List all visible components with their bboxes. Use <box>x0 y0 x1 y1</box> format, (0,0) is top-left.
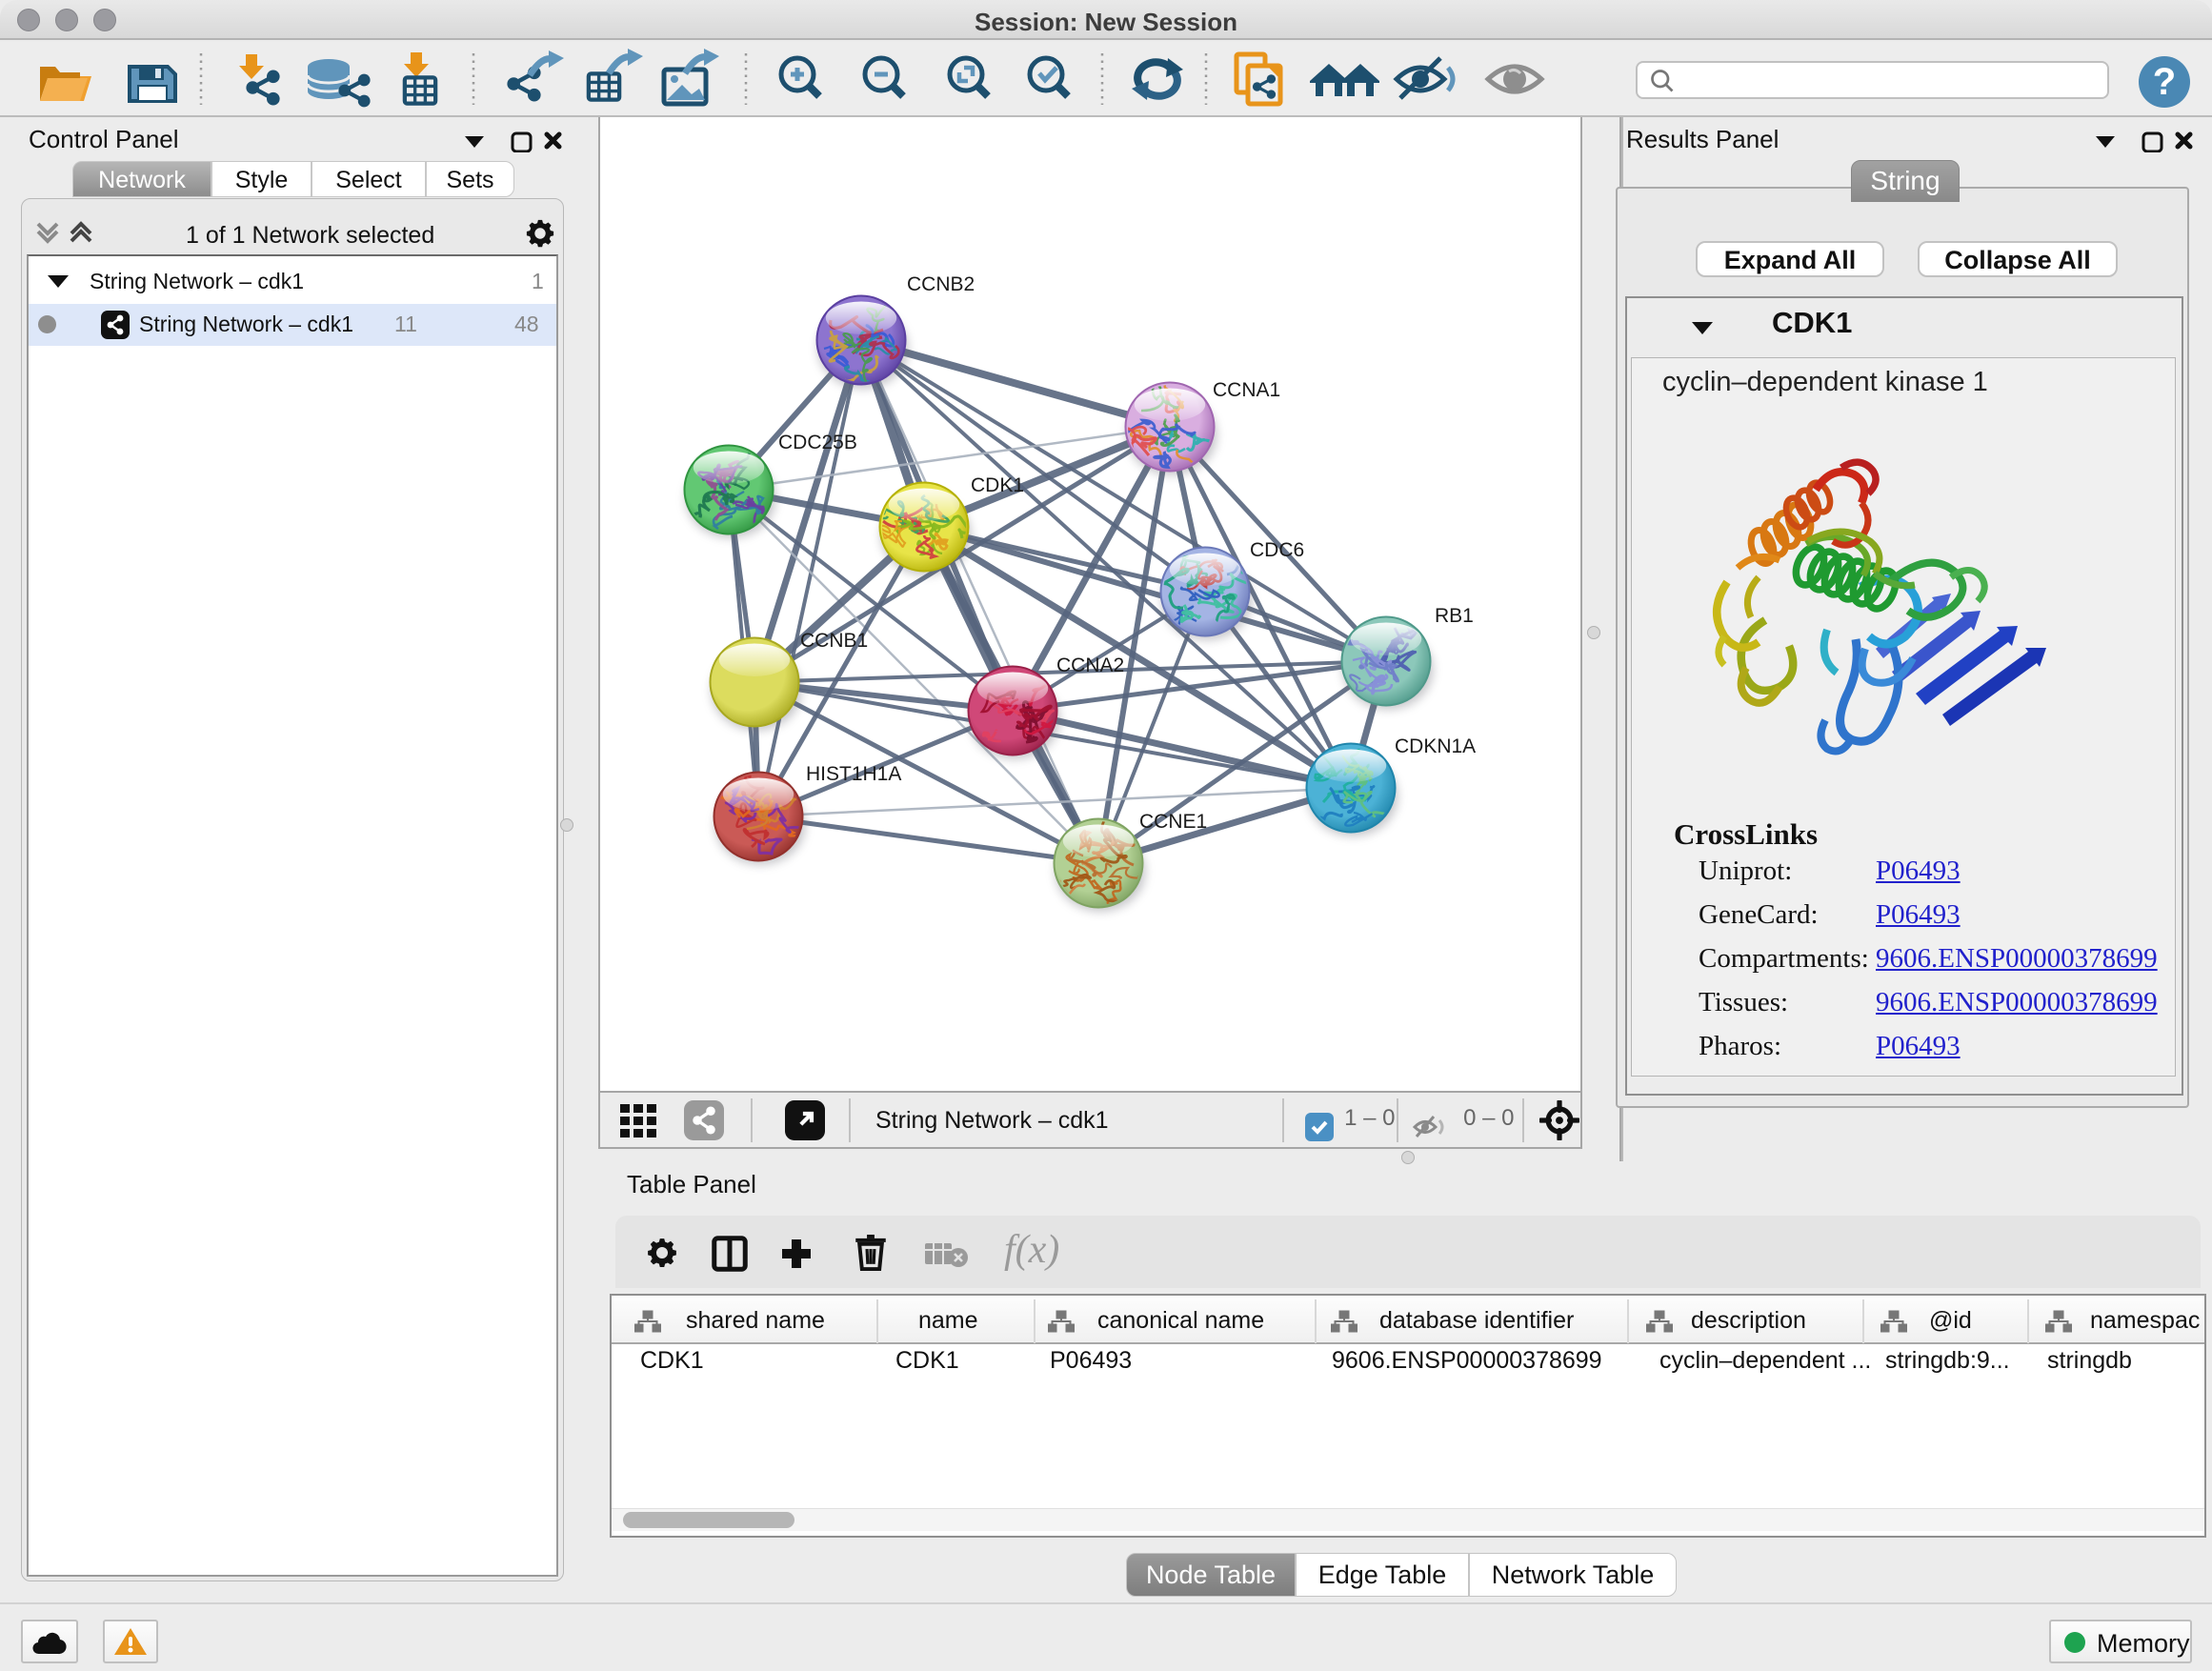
svg-text:CCNA1: CCNA1 <box>1213 379 1280 401</box>
svg-text:CCNB1: CCNB1 <box>800 630 868 652</box>
svg-text:CDK1: CDK1 <box>971 474 1024 496</box>
svg-text:CDC25B: CDC25B <box>778 432 857 453</box>
svg-text:CDKN1A: CDKN1A <box>1395 735 1476 757</box>
svg-text:?: ? <box>2153 61 2176 103</box>
svg-text:RB1: RB1 <box>1435 605 1474 627</box>
svg-text:CCNB2: CCNB2 <box>907 273 975 295</box>
svg-text:HIST1H1A: HIST1H1A <box>806 763 901 785</box>
svg-text:CCNE1: CCNE1 <box>1139 811 1207 833</box>
svg-text:CCNA2: CCNA2 <box>1056 654 1124 676</box>
svg-text:CDC6: CDC6 <box>1250 539 1304 561</box>
